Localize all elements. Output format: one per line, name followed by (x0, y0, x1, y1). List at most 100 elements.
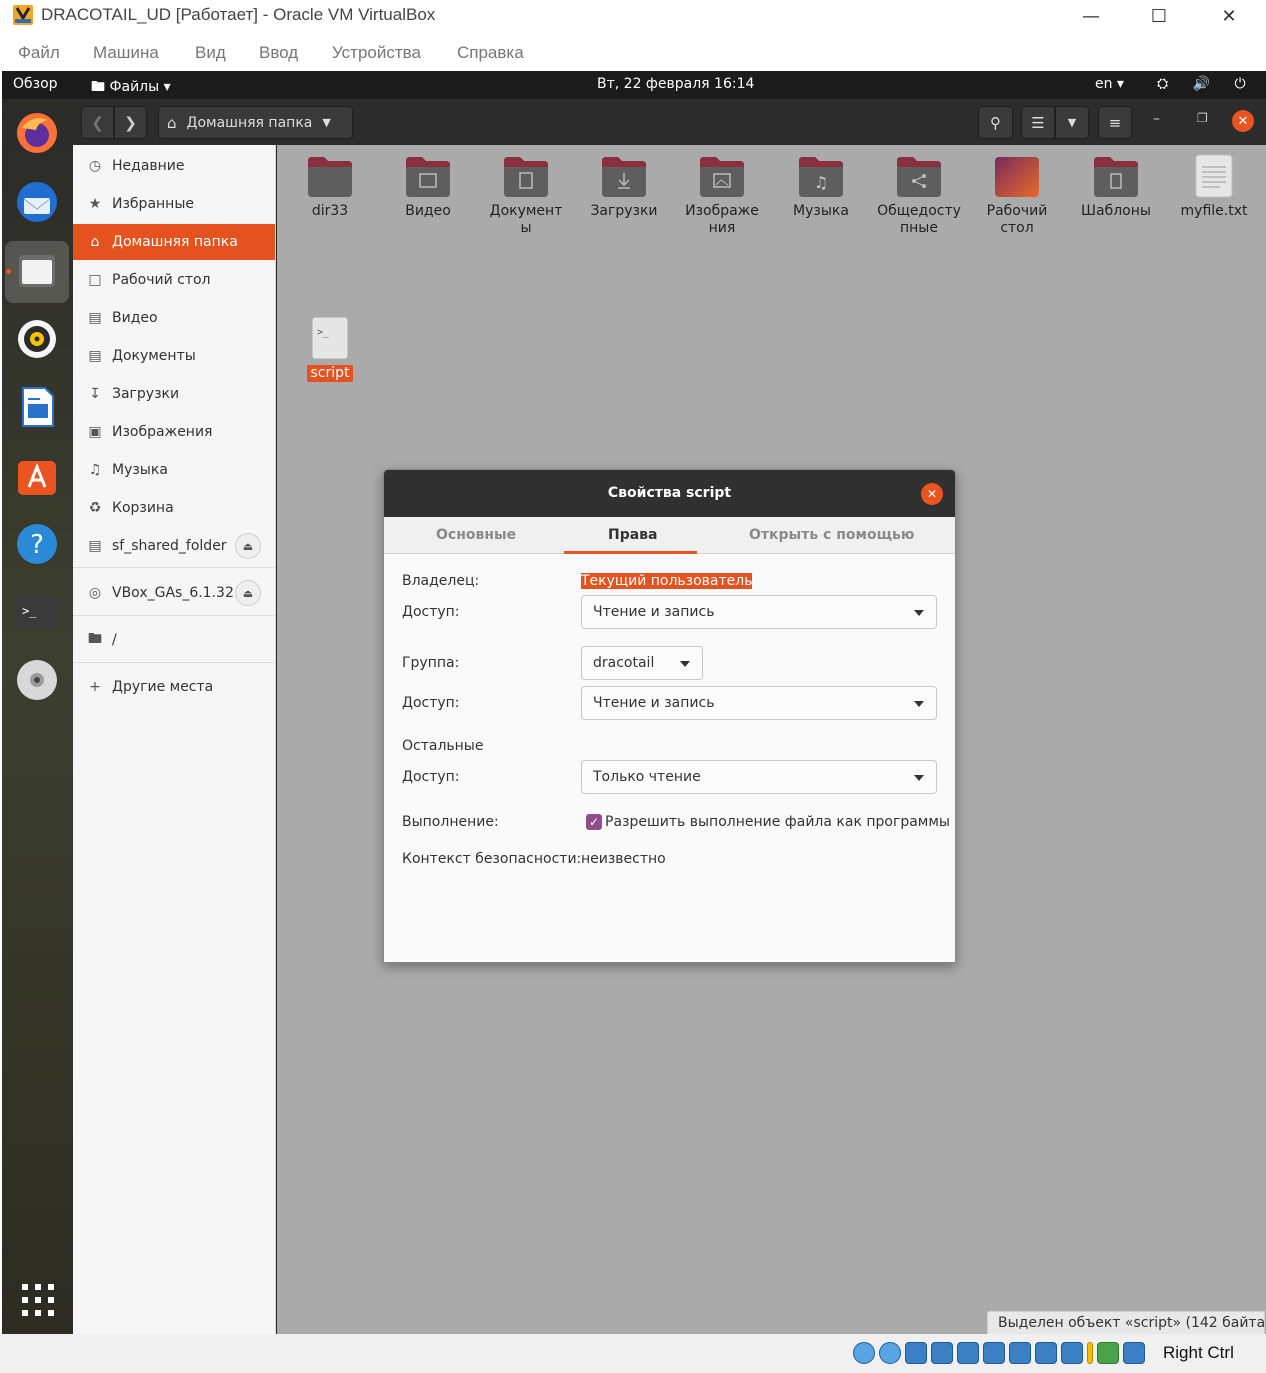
shared-folders-icon[interactable] (983, 1342, 1005, 1364)
files-icon[interactable] (13, 247, 61, 295)
owner-access-label: Доступ: (402, 604, 460, 620)
help-icon[interactable]: ? (13, 520, 61, 568)
file-item-music[interactable]: ♫ Музыка (776, 153, 866, 220)
vbox-statusbar: Right Ctrl (0, 1334, 1266, 1373)
usb-icon[interactable] (957, 1342, 979, 1364)
eject-icon[interactable]: ⏏ (235, 580, 261, 606)
software-icon[interactable] (13, 452, 61, 500)
thunderbird-icon[interactable] (13, 178, 61, 226)
others-access-select[interactable]: Только чтение (581, 760, 937, 794)
video-capture-icon[interactable] (1035, 1342, 1057, 1364)
exec-checkbox-label[interactable]: Разрешить выполнение файла как программы (605, 814, 950, 830)
terminal-icon[interactable]: >_ (13, 588, 61, 636)
sidebar-item-root[interactable]: 🖿 / (73, 622, 275, 658)
menu-devices[interactable]: Устройства (332, 43, 421, 63)
group-label: Группа: (402, 655, 460, 671)
writer-icon[interactable] (13, 383, 61, 431)
others-access-value: Только чтение (593, 769, 701, 785)
close-button[interactable]: ✕ (1194, 0, 1264, 32)
menu-help[interactable]: Справка (457, 43, 524, 63)
file-item-templates[interactable]: Шаблоны (1071, 153, 1161, 220)
keyboard-layout-indicator[interactable]: en ▾ (1095, 76, 1124, 92)
view-options-button[interactable]: ▼ (1055, 106, 1089, 139)
activities-button[interactable]: Обзор (13, 76, 58, 92)
window-restore-button[interactable]: ❐ (1197, 111, 1208, 125)
path-bar-home[interactable]: ⌂ Домашняя папка ▼ (158, 106, 353, 139)
list-view-button[interactable]: ☰ (1021, 106, 1055, 139)
file-item-pictures[interactable]: Изображе ния (677, 153, 767, 237)
show-applications-icon[interactable] (21, 1283, 55, 1317)
file-item-videos[interactable]: Видео (383, 153, 473, 220)
owner-access-select[interactable]: Чтение и запись (581, 595, 937, 629)
document-icon: ▤ (88, 348, 102, 364)
menu-file[interactable]: Файл (18, 43, 60, 63)
file-item-public[interactable]: Общедосту пные (874, 153, 964, 237)
audio-icon[interactable] (905, 1342, 927, 1364)
keyboard-capture-icon[interactable] (1123, 1342, 1145, 1364)
file-item-downloads[interactable]: Загрузки (579, 153, 669, 220)
menu-view[interactable]: Вид (195, 43, 226, 63)
minimize-button[interactable]: — (1056, 0, 1126, 32)
network-icon[interactable] (931, 1342, 953, 1364)
divider (73, 567, 275, 568)
home-icon: ⌂ (90, 234, 100, 250)
sidebar-item-documents[interactable]: ▤ Документы (73, 338, 275, 374)
sidebar-item-videos[interactable]: ▤ Видео (73, 300, 275, 336)
tab-permissions[interactable]: Права (608, 527, 658, 543)
virtualbox-app-icon (13, 5, 33, 25)
window-minimize-button[interactable]: – (1153, 111, 1160, 127)
search-icon: ⚲ (990, 113, 1001, 132)
system-tray[interactable]: ⛭ 🔊 ⏻ ▾ (1157, 76, 1266, 92)
divider (73, 662, 275, 663)
group-select[interactable]: dracotail (581, 646, 703, 680)
window-close-button[interactable]: ✕ (1232, 110, 1254, 132)
public-folder-icon (897, 157, 941, 197)
sidebar-item-trash[interactable]: ♻ Корзина (73, 490, 275, 526)
sidebar-item-home[interactable]: ⌂ Домашняя папка (73, 224, 275, 260)
sidebar-item-vbox-gas[interactable]: ◎ VBox_GAs_6.1.32 ⏏ (73, 575, 275, 611)
firefox-icon[interactable] (13, 109, 61, 157)
menu-machine[interactable]: Машина (93, 43, 159, 63)
file-label: Рабочий стол (986, 203, 1048, 236)
file-item-script[interactable]: >_ script (285, 315, 375, 382)
file-item-dir33[interactable]: dir33 (285, 153, 375, 220)
rhythmbox-icon[interactable] (13, 315, 61, 363)
mouse-integration-icon[interactable] (1097, 1342, 1119, 1364)
tab-open-with[interactable]: Открыть с помощью (749, 527, 915, 543)
dialog-close-button[interactable]: ✕ (921, 483, 943, 505)
hamburger-icon: ≡ (1108, 113, 1122, 132)
sidebar-item-downloads[interactable]: ↧ Загрузки (73, 376, 275, 412)
search-button[interactable]: ⚲ (978, 106, 1013, 139)
sidebar-item-music[interactable]: ♫ Музыка (73, 452, 275, 488)
optical-drive-icon[interactable] (879, 1342, 901, 1364)
forward-button[interactable]: ❯ (114, 106, 147, 139)
exec-checkbox[interactable]: ✓ (586, 814, 602, 830)
hard-disk-icon[interactable] (853, 1342, 875, 1364)
sidebar-item-shared-folder[interactable]: ▤ sf_shared_folder ⏏ (73, 528, 275, 564)
disc-icon: ◎ (88, 585, 102, 601)
music-folder-icon: ♫ (799, 157, 843, 197)
sidebar-item-pictures[interactable]: ▣ Изображения (73, 414, 275, 450)
app-menu-files[interactable]: 🖿 Файлы ▾ (91, 76, 171, 100)
group-access-select[interactable]: Чтение и запись (581, 686, 937, 720)
sidebar-item-recent[interactable]: ◷ Недавние (73, 148, 275, 184)
main-menu-button[interactable]: ≡ (1098, 106, 1132, 139)
file-label: Изображе ния (685, 203, 759, 236)
sidebar-item-desktop[interactable]: □ Рабочий стол (73, 262, 275, 298)
owner-value: Текущий пользователь (581, 573, 753, 589)
running-indicator (6, 269, 11, 274)
sidebar-item-other-locations[interactable]: + Другие места (73, 669, 275, 705)
dvd-icon[interactable] (13, 656, 61, 704)
file-item-desktop[interactable]: Рабочий стол (972, 153, 1062, 237)
clock[interactable]: Вт, 22 февраля 16:14 (597, 76, 754, 92)
menu-input[interactable]: Ввод (259, 43, 298, 63)
maximize-button[interactable]: ☐ (1124, 0, 1194, 32)
file-item-documents[interactable]: Документ ы (481, 153, 571, 237)
eject-icon[interactable]: ⏏ (235, 533, 261, 559)
display-icon[interactable] (1009, 1342, 1031, 1364)
tab-basic[interactable]: Основные (436, 527, 516, 543)
virtualization-icon[interactable] (1061, 1342, 1083, 1364)
back-button[interactable]: ❮ (81, 106, 114, 139)
file-item-myfile[interactable]: myfile.txt (1169, 153, 1259, 220)
sidebar-item-starred[interactable]: ★ Избранные (73, 186, 275, 222)
